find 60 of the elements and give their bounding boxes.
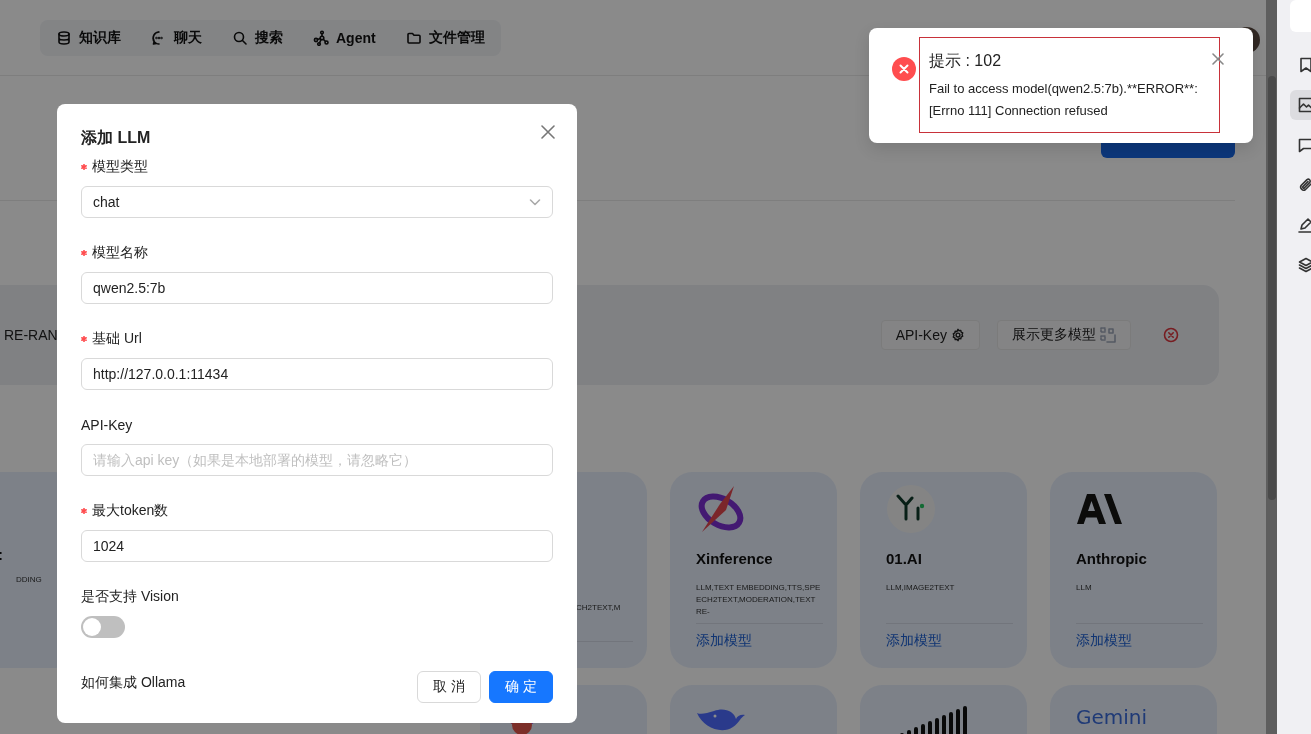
provider-tags: LLM: [1076, 582, 1202, 618]
nav-item[interactable]: 搜索: [221, 20, 294, 56]
provider-name: :: [0, 546, 4, 565]
model-type-select[interactable]: chat: [81, 186, 553, 218]
search-icon: [232, 30, 248, 46]
dialog-title: 添加 LLM: [81, 128, 151, 148]
gemini-logo: Gemini: [1076, 705, 1148, 729]
field-label: 基础 Url: [92, 330, 142, 348]
database-icon: [56, 30, 72, 46]
notification-message: Fail to access model(qwen2.5:7b).**ERROR**: [Errno 111] Connection refused: [929, 80, 1199, 120]
field-label: 是否支持 Vision: [81, 588, 179, 606]
close-icon[interactable]: [1212, 53, 1224, 65]
close-circle-icon[interactable]: [1163, 327, 1179, 343]
pen-icon: [1298, 217, 1311, 233]
add-model-link[interactable]: 添加模型: [696, 632, 752, 650]
nav-item[interactable]: 聊天: [140, 20, 213, 56]
field-label: API-Key: [81, 417, 133, 433]
model-tags: RE-RAN: [4, 327, 58, 343]
bookmark-icon: [1298, 57, 1311, 73]
comment-icon: [1298, 137, 1311, 153]
input-field[interactable]: http://127.0.0.1:11434: [81, 358, 553, 390]
api-key-button[interactable]: API-Key: [880, 320, 980, 350]
image-icon: [1298, 97, 1311, 113]
provider-name: Xinference: [696, 550, 774, 569]
slash-mark-icon: [1076, 494, 1122, 524]
error-icon: [892, 57, 916, 81]
nav-item[interactable]: Agent: [302, 20, 387, 56]
confirm-button[interactable]: 确 定: [489, 671, 553, 703]
yi-logo-icon: [886, 484, 936, 534]
provider-tags: DDING: [16, 574, 63, 610]
provider-name: Anthropic: [1076, 550, 1148, 569]
provider-tags: CH2TEXT,M: [576, 602, 633, 638]
toggle-switch[interactable]: [81, 616, 125, 638]
add-model-link[interactable]: 添加模型: [1076, 632, 1132, 650]
scrollbar-thumb[interactable]: [1268, 76, 1276, 500]
help-link[interactable]: 如何集成 Ollama: [81, 674, 186, 692]
cancel-button[interactable]: 取 消: [417, 671, 481, 703]
add-model-link[interactable]: 添加模型: [886, 632, 942, 650]
nav-item[interactable]: 知识库: [45, 20, 132, 56]
node-graph-icon: [313, 30, 329, 46]
layers-icon: [1298, 257, 1311, 273]
notification-title: 提示 : 102: [929, 51, 1003, 71]
provider-tags: LLM,IMAGE2TEXT: [886, 582, 1012, 618]
provider-name: 01.AI: [886, 550, 923, 569]
folder-icon: [405, 30, 422, 46]
nav-item[interactable]: 文件管理: [394, 20, 496, 56]
paperclip-icon: [1298, 177, 1311, 193]
field-label: 最大token数: [92, 502, 169, 520]
side-tool[interactable]: [1290, 90, 1311, 120]
input-field[interactable]: 请输入api key（如果是本地部署的模型，请忽略它）: [81, 444, 553, 476]
squares-icon: [1100, 327, 1116, 343]
field-label: 模型名称: [92, 244, 148, 262]
input-field[interactable]: 1024: [81, 530, 553, 562]
close-icon[interactable]: [541, 125, 555, 139]
gear-icon: [951, 328, 965, 342]
input-field[interactable]: qwen2.5:7b: [81, 272, 553, 304]
more-models-button[interactable]: 展示更多模型: [997, 320, 1131, 350]
chevron-down-icon: [529, 196, 541, 208]
provider-tags: LLM,TEXT EMBEDDING,TTS,SPEECH2TEXT,MODERATION,TEXT RE-: [696, 582, 822, 618]
field-label: 模型类型: [92, 158, 148, 176]
